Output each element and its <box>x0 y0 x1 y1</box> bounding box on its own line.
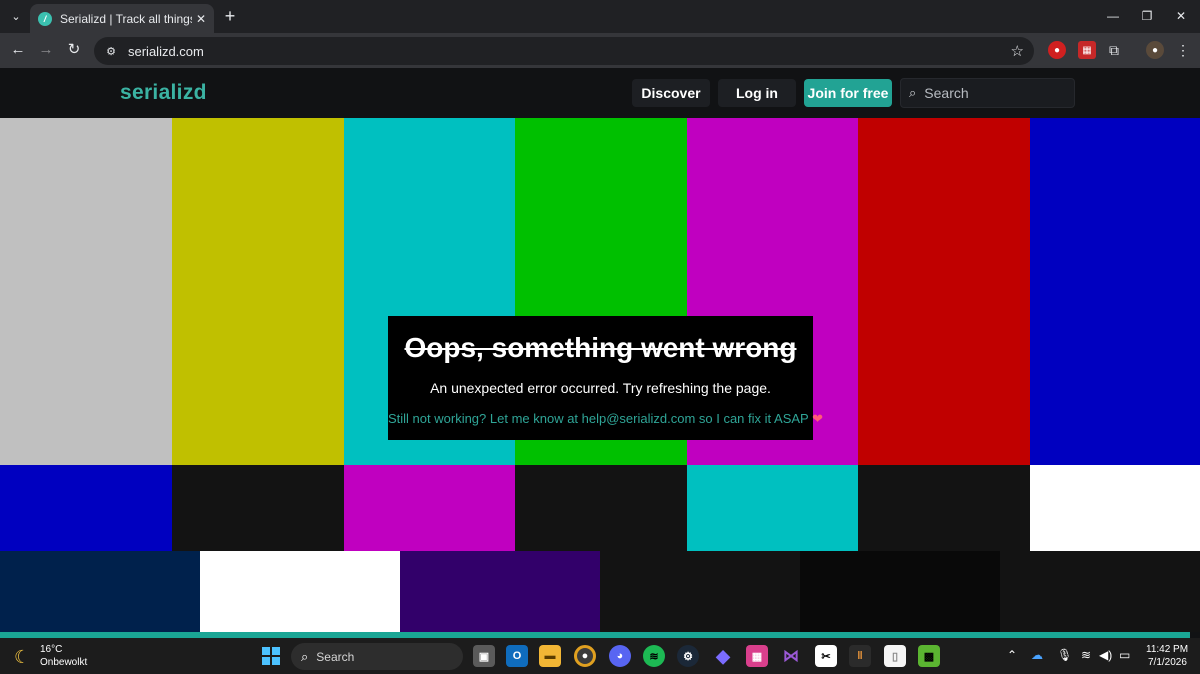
address-bar[interactable]: ⚙ serializd.com ☆ <box>94 37 1034 65</box>
onedrive-icon[interactable]: ☁ <box>1031 648 1043 662</box>
bar-mid-6 <box>858 465 1030 551</box>
minimize-icon[interactable]: — <box>1103 6 1123 26</box>
bar-top-6 <box>858 118 1030 465</box>
bookmark-star-icon[interactable]: ☆ <box>1011 42 1024 60</box>
bar-top-2 <box>172 118 344 465</box>
forward-icon[interactable]: → <box>36 40 56 60</box>
join-button[interactable]: Join for free <box>804 79 892 107</box>
search-icon: ⌕ <box>909 85 917 100</box>
tray-chevron-up-icon[interactable]: ⌃ <box>1007 648 1017 662</box>
moon-weather-icon[interactable]: ☾ <box>14 647 30 668</box>
bar-bottom-6 <box>1000 551 1200 632</box>
app-bars-icon[interactable]: ‖ <box>849 645 871 667</box>
bar-bottom-4 <box>600 551 800 632</box>
login-button[interactable]: Log in <box>718 79 796 107</box>
bar-mid-1 <box>0 465 172 551</box>
battery-icon[interactable]: ▭ <box>1119 648 1130 662</box>
weather-description[interactable]: Onbewolkt <box>40 657 87 668</box>
windows-start-icon[interactable] <box>262 647 280 665</box>
taskbar-search-icon: ⌕ <box>301 648 309 664</box>
extension-grid-icon[interactable]: ▦ <box>1078 41 1096 59</box>
address-url[interactable]: serializd.com <box>128 44 204 59</box>
visual-studio-icon[interactable]: ⋈ <box>780 645 802 667</box>
volume-icon[interactable]: ◀) <box>1099 648 1112 662</box>
bar-mid-3 <box>344 465 515 551</box>
bar-mid-2 <box>172 465 344 551</box>
site-header: serializd Discover Log in Join for free … <box>0 68 1200 118</box>
close-window-icon[interactable]: ✕ <box>1171 6 1191 26</box>
microphone-icon[interactable]: 🎙 <box>1057 648 1072 662</box>
document-icon[interactable]: ▯ <box>884 645 906 667</box>
bar-top-7 <box>1030 118 1200 465</box>
task-view-icon[interactable]: ▣ <box>473 645 495 667</box>
clock-date[interactable]: 7/1/2026 <box>1148 657 1187 668</box>
serializd-logo[interactable]: serializd <box>120 81 207 105</box>
app-diamond-icon[interactable]: ◆ <box>712 645 734 667</box>
browser-tab-bar: ⌄ / Serializd | Track all things TV ✕ + … <box>0 0 1200 33</box>
clock-time[interactable]: 11:42 PM <box>1146 644 1188 655</box>
steam-icon[interactable]: ⚙ <box>677 645 699 667</box>
browser-tab[interactable]: / Serializd | Track all things TV ✕ <box>30 4 214 33</box>
outlook-icon[interactable]: O <box>506 645 528 667</box>
bar-bottom-3 <box>400 551 600 632</box>
capcut-icon[interactable]: ✂ <box>815 645 837 667</box>
bar-bottom-2 <box>200 551 400 632</box>
bar-mid-7 <box>1030 465 1200 551</box>
profile-avatar[interactable]: ● <box>1146 41 1164 59</box>
new-tab-button[interactable]: + <box>221 6 239 26</box>
bar-top-1 <box>0 118 172 465</box>
bar-bottom-1 <box>0 551 200 632</box>
error-help-text: Still not working? Let me know at help@s… <box>388 411 823 427</box>
heart-icon: ❤ <box>812 411 824 426</box>
error-message: An unexpected error occurred. Try refres… <box>430 380 771 396</box>
discord-icon[interactable]: ◕ <box>609 645 631 667</box>
windows-taskbar: ☾ 16°C Onbewolkt ⌕ Search ▣ O ▬ ● ◕ ≋ ⚙ … <box>0 638 1200 674</box>
file-explorer-icon[interactable]: ▬ <box>539 645 561 667</box>
bar-bottom-5 <box>800 551 1000 632</box>
minecraft-icon[interactable]: ▩ <box>918 645 940 667</box>
wifi-icon[interactable]: ≋ <box>1081 648 1091 662</box>
restore-icon[interactable]: ❐ <box>1137 6 1157 26</box>
bar-mid-4 <box>515 465 687 551</box>
discover-button[interactable]: Discover <box>632 79 710 107</box>
bar-mid-5 <box>687 465 858 551</box>
error-help-message: Still not working? Let me know at help@s… <box>388 411 809 426</box>
chrome-icon[interactable]: ● <box>574 645 596 667</box>
back-icon[interactable]: ← <box>8 40 28 60</box>
browser-menu-icon[interactable]: ⋮ <box>1174 41 1192 59</box>
reload-icon[interactable]: ↻ <box>64 40 84 60</box>
serializd-favicon-icon: / <box>38 11 52 26</box>
tab-search-chevron-icon[interactable]: ⌄ <box>6 6 26 26</box>
site-search-box[interactable]: ⌕ <box>900 78 1075 108</box>
error-title: Oops, something went wrong <box>404 332 797 363</box>
taskbar-search-label: Search <box>316 649 355 664</box>
tab-title: Serializd | Track all things TV <box>60 11 192 26</box>
photos-icon[interactable]: ▦ <box>746 645 768 667</box>
error-dialog: Oops, something went wrong An unexpected… <box>388 316 823 440</box>
site-settings-icon[interactable]: ⚙ <box>102 45 120 58</box>
extensions-puzzle-icon[interactable]: ⧉ <box>1105 41 1123 59</box>
site-search-input[interactable] <box>924 85 1065 101</box>
tab-close-icon[interactable]: ✕ <box>196 12 206 26</box>
spotify-icon[interactable]: ≋ <box>643 645 665 667</box>
extension-red-icon[interactable]: ● <box>1048 41 1066 59</box>
weather-temperature[interactable]: 16°C <box>40 644 62 655</box>
taskbar-search[interactable]: ⌕ Search <box>291 643 463 670</box>
browser-toolbar: ← → ↻ ⚙ serializd.com ☆ ● ▦ ⧉ ● ⋮ <box>0 33 1200 68</box>
